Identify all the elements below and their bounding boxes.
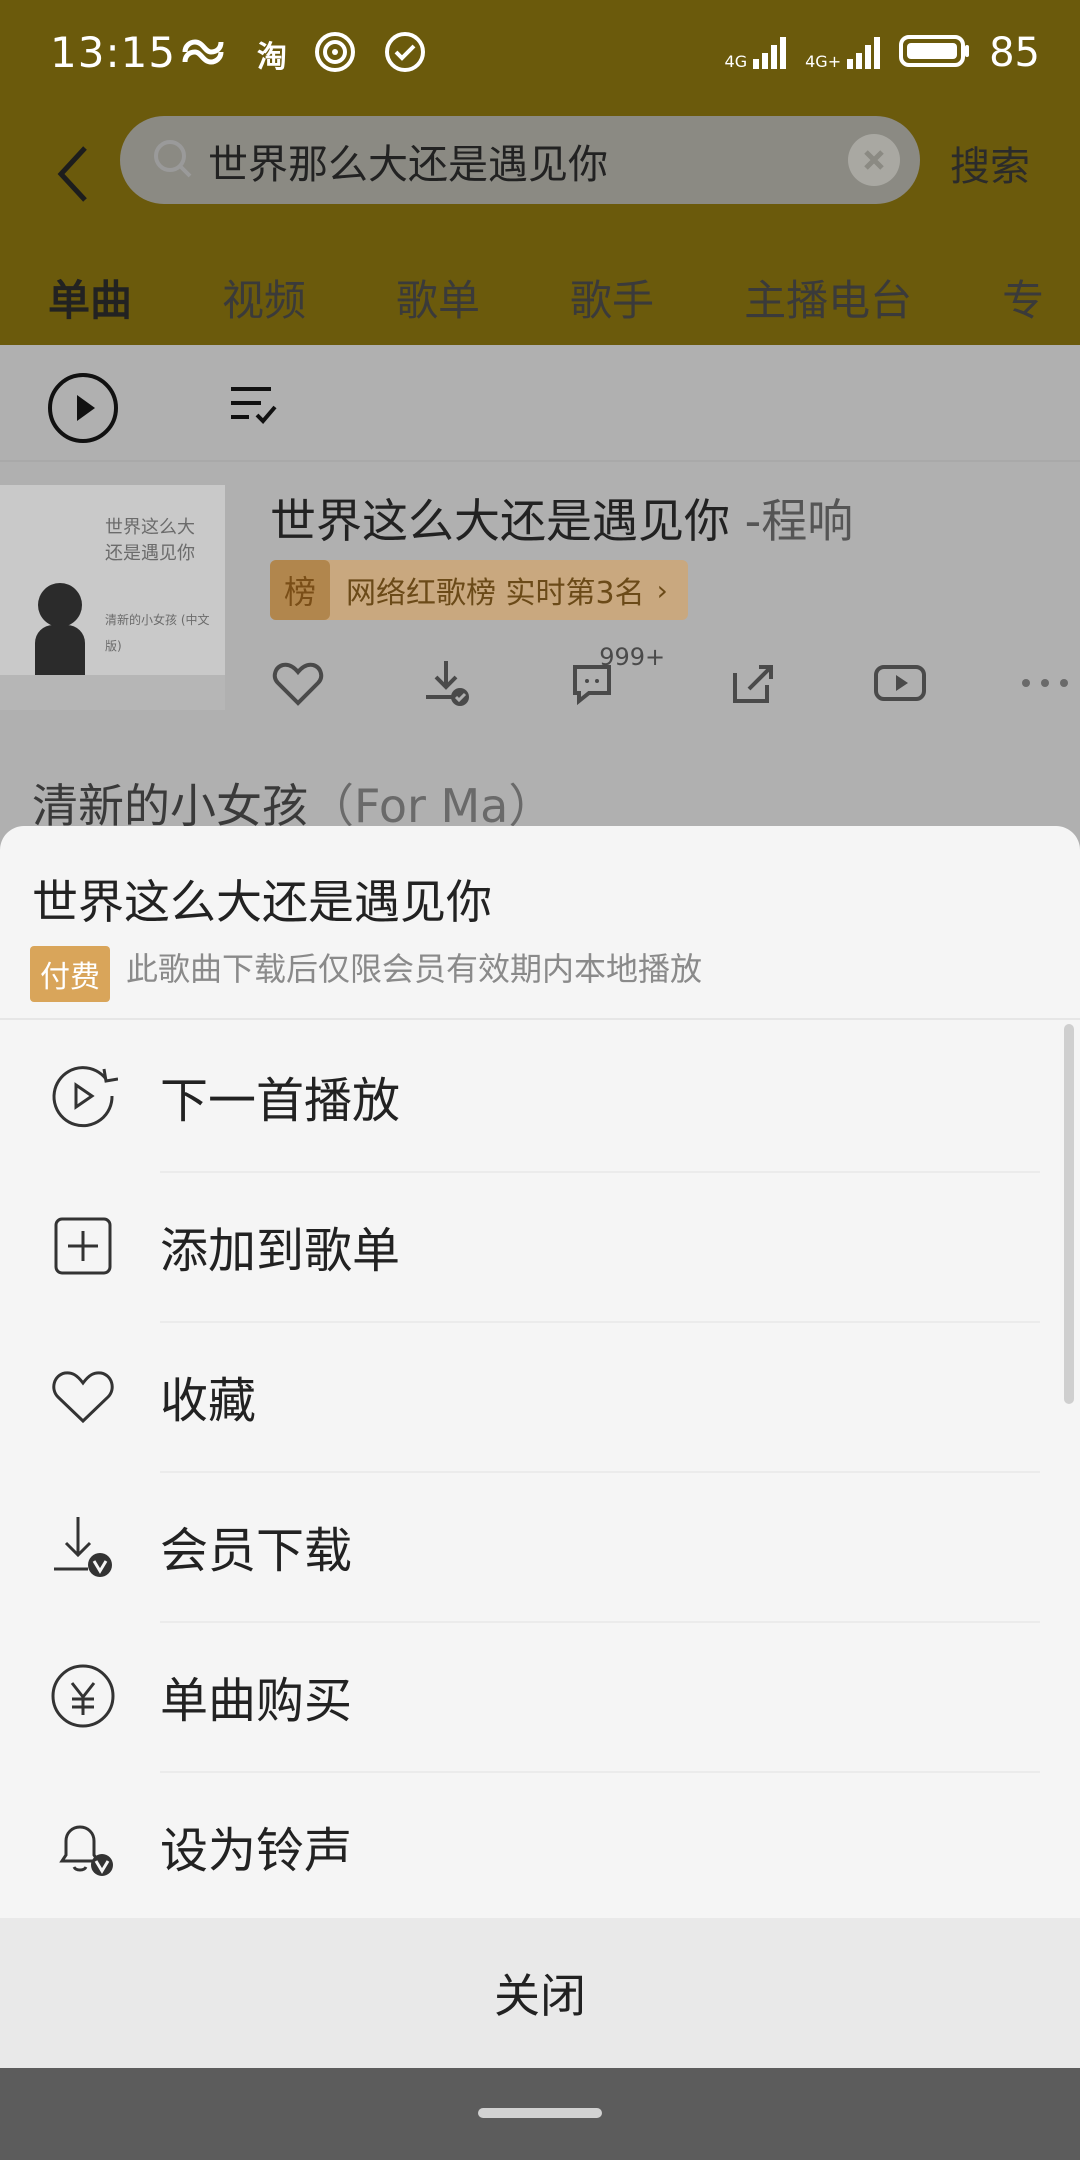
menu-item-add-to-playlist[interactable]: 添加到歌单: [0, 1171, 1080, 1321]
status-time: 13:15: [50, 28, 177, 77]
heart-icon: [48, 1361, 118, 1431]
song-actions: 999+: [270, 643, 1070, 720]
add-to-playlist-icon: [48, 1211, 118, 1281]
share-icon[interactable]: [725, 655, 781, 715]
favorite-icon[interactable]: [270, 655, 326, 715]
back-arrow-icon: [57, 146, 87, 202]
tab-artist[interactable]: 歌手: [570, 267, 654, 328]
menu-label-play-next: 下一首播放: [160, 1073, 401, 1129]
rank-badge: 榜: [270, 560, 330, 620]
signal-4g-icon: 4G: [725, 35, 788, 71]
home-gesture-handle[interactable]: [478, 2108, 602, 2118]
system-nav-bar: [0, 2068, 1080, 2160]
close-label: 关闭: [494, 1969, 586, 2023]
sheet-menu: 下一首播放 添加到歌单 收藏 会员下载 单曲购买 设为铃声: [0, 1021, 1080, 1906]
rank-text: 网络红歌榜 实时第3名: [346, 576, 645, 611]
sheet-divider: [0, 1018, 1080, 1020]
play-all-button[interactable]: [48, 373, 118, 443]
menu-item-buy-single[interactable]: 单曲购买: [0, 1621, 1080, 1771]
tab-more[interactable]: 专: [1002, 267, 1044, 328]
video-icon[interactable]: [870, 655, 930, 715]
search-row: 世界那么大还是遇见你 搜索: [0, 114, 1080, 234]
status-right-icons: 4G 4G+ 85: [725, 30, 1040, 76]
menu-label-vip-download: 会员下载: [160, 1523, 353, 1579]
vip-download-icon: [48, 1511, 118, 1581]
menu-label-buy-single: 单曲购买: [160, 1673, 353, 1729]
tab-radio[interactable]: 主播电台: [744, 267, 912, 328]
battery-icon: [899, 33, 971, 73]
status-left-icons: 淘: [175, 30, 427, 78]
chevron-right-icon: ›: [656, 573, 668, 607]
yuan-icon: [48, 1661, 118, 1731]
search-query[interactable]: 世界那么大还是遇见你: [208, 132, 608, 190]
signal-4g-plus-icon: 4G+: [805, 35, 881, 71]
back-button[interactable]: [38, 134, 108, 214]
album-art-text: 世界这么大 还是遇见你 清新的小女孩 (中文版): [105, 517, 210, 653]
status-bar: 13:15 淘 4G 4G+ 85: [0, 0, 1080, 114]
sheet-song-title: 世界这么大还是遇见你: [32, 875, 492, 929]
menu-label-set-ringtone: 设为铃声: [160, 1823, 353, 1879]
check-circle-icon: [383, 30, 427, 78]
song-title: 世界这么大还是遇见你 -程响: [270, 494, 854, 548]
search-input[interactable]: 世界那么大还是遇见你: [120, 116, 920, 204]
comment-count: 999+: [599, 643, 666, 671]
more-icon[interactable]: [1020, 673, 1070, 697]
tab-single[interactable]: 单曲: [48, 267, 132, 356]
rank-tag[interactable]: 榜 网络红歌榜 实时第3名 ›: [270, 560, 688, 620]
paid-note: 此歌曲下载后仅限会员有效期内本地播放: [126, 950, 703, 988]
search-button[interactable]: 搜索: [950, 134, 1030, 192]
play-icon: [77, 395, 95, 421]
play-next-icon: [48, 1061, 118, 1131]
song-options-sheet: 世界这么大还是遇见你 付费 此歌曲下载后仅限会员有效期内本地播放 下一首播放 添…: [0, 826, 1080, 2160]
close-button[interactable]: 关闭: [0, 1918, 1080, 2068]
battery-level: 85: [989, 30, 1040, 76]
song-artist: -程响: [744, 494, 854, 548]
sheet-scrollbar[interactable]: [1064, 1024, 1074, 1404]
hotspot-icon: [313, 30, 357, 78]
search-icon: [150, 136, 198, 184]
song-result-row[interactable]: 世界这么大 还是遇见你 清新的小女孩 (中文版) 世界这么大还是遇见你 -程响 …: [0, 485, 1080, 715]
menu-item-vip-download[interactable]: 会员下载: [0, 1471, 1080, 1621]
menu-label-favorite: 收藏: [160, 1373, 257, 1429]
tab-bar: 单曲 视频 歌单 歌手 主播电台 专: [0, 250, 1080, 356]
clear-search-icon[interactable]: [848, 134, 900, 186]
menu-item-play-next[interactable]: 下一首播放: [0, 1021, 1080, 1171]
list-controls: [0, 345, 1080, 460]
tab-playlist[interactable]: 歌单: [396, 267, 480, 328]
comment-icon[interactable]: 999+: [565, 643, 665, 717]
menu-label-add-to-playlist: 添加到歌单: [160, 1223, 401, 1279]
bell-vip-icon: [48, 1811, 118, 1881]
album-cover: 世界这么大 还是遇见你 清新的小女孩 (中文版): [0, 485, 225, 710]
divider: [0, 460, 1080, 462]
menu-item-favorite[interactable]: 收藏: [0, 1321, 1080, 1471]
tab-video[interactable]: 视频: [222, 267, 306, 328]
paid-badge: 付费: [30, 946, 110, 1002]
multi-select-icon[interactable]: [225, 375, 281, 431]
infinity-icon: [175, 34, 231, 74]
taobao-icon: 淘: [257, 40, 287, 75]
download-icon[interactable]: [416, 653, 476, 717]
menu-item-set-ringtone[interactable]: 设为铃声: [0, 1771, 1080, 1921]
